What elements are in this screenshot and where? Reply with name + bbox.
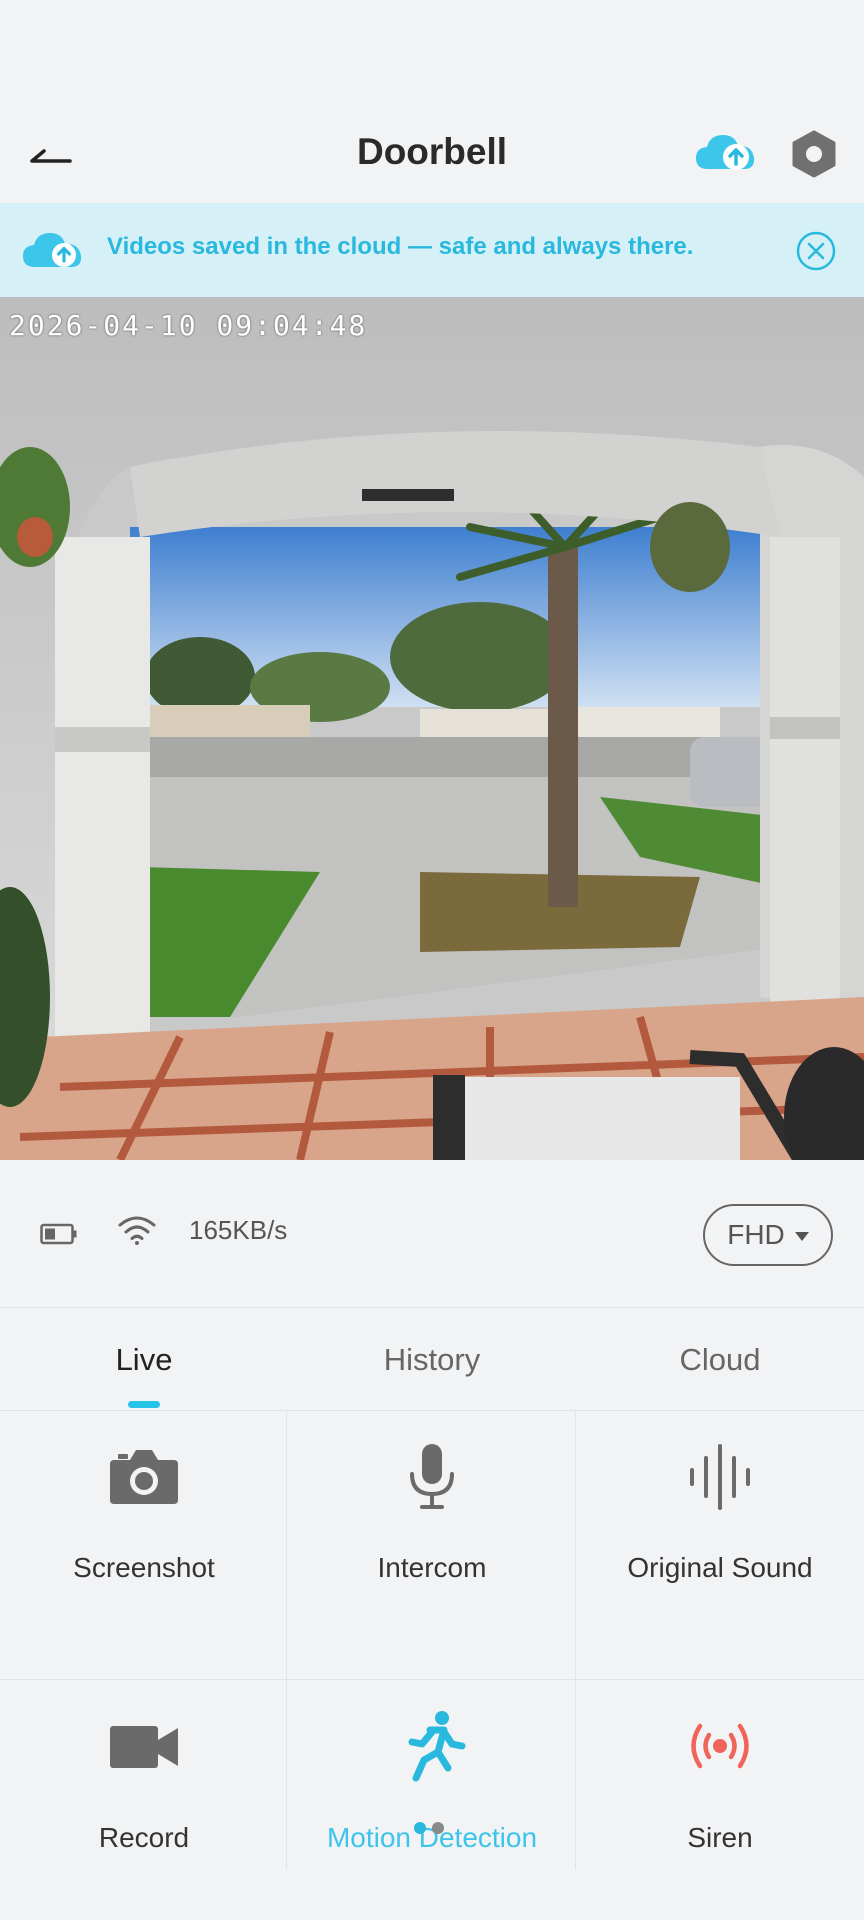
- tab-live-label: Live: [115, 1342, 173, 1377]
- screenshot-button[interactable]: Screenshot: [0, 1410, 288, 1680]
- cloud-upload-icon: [23, 233, 82, 267]
- intercom-button[interactable]: Intercom: [288, 1410, 576, 1680]
- tab-history-label: History: [383, 1342, 481, 1377]
- cloud-upload-button[interactable]: [692, 129, 762, 177]
- settings-button[interactable]: [790, 129, 838, 179]
- page-indicator: [414, 1822, 444, 1834]
- camera-icon: [110, 1450, 178, 1504]
- screenshot-label: Screenshot: [73, 1552, 215, 1583]
- stream-status-bar: 165KB/s FHD: [0, 1160, 864, 1308]
- tab-active-indicator: [128, 1401, 160, 1408]
- bitrate-readout: 165KB/s: [189, 1215, 288, 1245]
- siren-button[interactable]: Siren: [576, 1680, 864, 1920]
- app-header: Doorbell: [0, 115, 864, 195]
- chevron-down-icon: [794, 1231, 809, 1241]
- tab-history[interactable]: History: [288, 1308, 576, 1410]
- original-sound-button[interactable]: Original Sound: [576, 1410, 864, 1680]
- siren-icon: [691, 1723, 749, 1769]
- original-sound-label: Original Sound: [627, 1552, 813, 1583]
- tab-cloud-label: Cloud: [679, 1342, 761, 1377]
- running-person-icon: [408, 1711, 466, 1782]
- live-video-feed[interactable]: 2026-04-10 09:04:48: [0, 297, 864, 1160]
- video-timestamp: 2026-04-10 09:04:48: [9, 309, 368, 342]
- back-arrow-icon: [30, 149, 72, 163]
- cloud-upload-icon: [696, 135, 755, 170]
- intercom-label: Intercom: [377, 1552, 487, 1583]
- tab-live[interactable]: Live: [0, 1308, 288, 1410]
- cloud-promo-banner[interactable]: Videos saved in the cloud — safe and alw…: [0, 203, 864, 297]
- live-controls-grid: Screenshot Intercom Original Sound Recor…: [0, 1410, 864, 1870]
- page-dot: [432, 1822, 444, 1834]
- view-tabs: Live History Cloud: [0, 1308, 864, 1410]
- record-button[interactable]: Record: [0, 1680, 288, 1920]
- record-label: Record: [98, 1822, 190, 1853]
- sound-wave-icon: [690, 1444, 750, 1510]
- microphone-icon: [410, 1444, 454, 1509]
- battery-icon: [40, 1223, 77, 1245]
- video-quality-selector[interactable]: FHD: [703, 1204, 833, 1266]
- video-quality-label: FHD: [727, 1219, 785, 1250]
- hexagon-settings-icon: [792, 130, 836, 178]
- video-frame-image: [0, 297, 864, 1160]
- motion-detection-button[interactable]: Motion Detection: [288, 1680, 576, 1920]
- back-button[interactable]: [26, 135, 76, 175]
- video-camera-icon: [110, 1726, 178, 1768]
- wifi-icon: [118, 1216, 156, 1245]
- page-dot-active: [414, 1822, 426, 1834]
- banner-text: Videos saved in the cloud — safe and alw…: [107, 233, 694, 260]
- siren-label: Siren: [687, 1822, 753, 1853]
- close-circle-icon[interactable]: [795, 230, 837, 272]
- tab-cloud[interactable]: Cloud: [576, 1308, 864, 1410]
